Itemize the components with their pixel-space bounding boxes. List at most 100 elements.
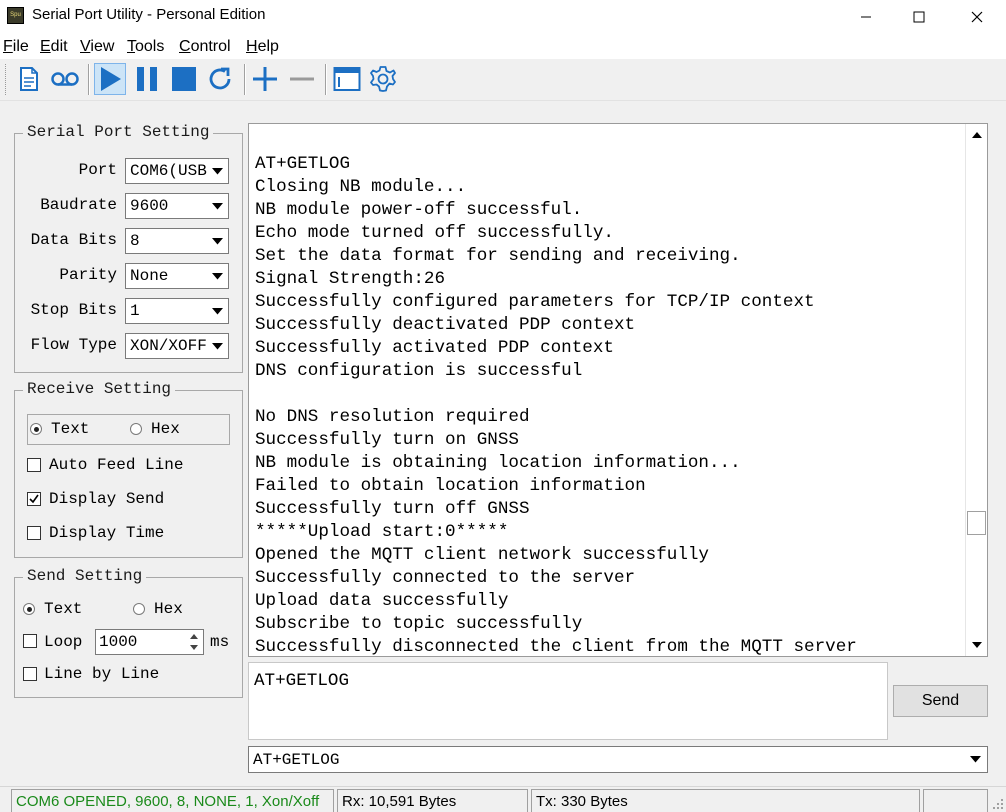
window-button[interactable] xyxy=(331,63,363,95)
pause-button[interactable] xyxy=(131,63,163,95)
receive-log-line: Successfully turn off GNSS xyxy=(255,499,530,519)
scroll-up-icon[interactable] xyxy=(967,125,987,145)
close-button[interactable] xyxy=(954,0,1000,33)
spin-up-icon[interactable] xyxy=(185,631,202,642)
receive-log-line: AT+GETLOG xyxy=(255,154,351,174)
port-select[interactable]: COM6(USB xyxy=(125,158,229,184)
menu-tools[interactable]: Tools xyxy=(127,38,164,56)
loop-label[interactable]: Loop xyxy=(44,633,82,651)
scroll-down-icon[interactable] xyxy=(967,635,987,655)
display-time-label[interactable]: Display Time xyxy=(49,524,164,542)
send-history-select[interactable]: AT+GETLOG xyxy=(248,746,988,773)
display-time-checkbox[interactable] xyxy=(27,526,41,540)
minimize-icon xyxy=(861,16,871,17)
parity-label: Parity xyxy=(59,266,117,284)
flow-type-select[interactable]: XON/XOFF xyxy=(125,333,229,359)
send-hex-radio[interactable] xyxy=(133,603,145,615)
receive-log-line: Successfully deactivated PDP context xyxy=(255,315,636,335)
menu-view[interactable]: View xyxy=(80,38,114,56)
display-send-label[interactable]: Display Send xyxy=(49,490,164,508)
resize-grip-icon[interactable] xyxy=(992,798,1004,810)
parity-select[interactable]: None xyxy=(125,263,229,289)
menu-edit[interactable]: Edit xyxy=(40,38,68,56)
receive-log-line: Opened the MQTT client network successfu… xyxy=(255,545,709,565)
chevron-down-icon[interactable] xyxy=(207,300,227,322)
tx-count: Tx: 330 Bytes xyxy=(531,789,920,812)
receive-log-line: No DNS resolution required xyxy=(255,407,530,427)
receive-log-line: Successfully activated PDP context xyxy=(255,338,614,358)
receive-log-line: Echo mode turned off successfully. xyxy=(255,223,614,243)
receive-text-radio[interactable] xyxy=(30,423,42,435)
stop-bits-select[interactable]: 1 xyxy=(125,298,229,324)
data-bits-select[interactable]: 8 xyxy=(125,228,229,254)
receive-log-line: Failed to obtain location information xyxy=(255,476,646,496)
receive-text-area[interactable]: AT+GETLOG Closing NB module... NB module p… xyxy=(248,123,988,657)
parity-value: None xyxy=(130,267,169,285)
loop-interval-value: 1000 xyxy=(99,633,138,651)
loop-interval-stepper[interactable]: 1000 xyxy=(95,629,204,655)
minimize-button[interactable] xyxy=(843,0,889,33)
receive-setting-title: Receive Setting xyxy=(23,380,176,398)
stop-bits-label: Stop Bits xyxy=(30,301,117,319)
record-button[interactable] xyxy=(49,63,81,95)
chevron-down-icon[interactable] xyxy=(207,265,227,287)
refresh-icon xyxy=(209,67,231,90)
chevron-down-icon[interactable] xyxy=(207,195,227,217)
app-icon: Spu xyxy=(7,7,24,24)
loop-checkbox[interactable] xyxy=(23,634,37,648)
auto-feed-line-checkbox[interactable] xyxy=(27,458,41,472)
chevron-down-icon[interactable] xyxy=(965,749,985,770)
chevron-down-icon[interactable] xyxy=(207,335,227,357)
receive-hex-radio[interactable] xyxy=(130,423,142,435)
play-button[interactable] xyxy=(94,63,126,95)
send-text-area[interactable]: AT+GETLOG xyxy=(248,662,888,740)
menu-control[interactable]: Control xyxy=(179,38,231,56)
toolbar-separator xyxy=(244,64,246,95)
scrollbar-thumb[interactable] xyxy=(967,511,986,535)
auto-feed-line-label[interactable]: Auto Feed Line xyxy=(49,456,183,474)
line-by-line-checkbox[interactable] xyxy=(23,667,37,681)
receive-text-label[interactable]: Text xyxy=(51,420,89,438)
menu-file[interactable]: File xyxy=(3,38,29,56)
receive-log-line: Subscribe to topic successfully xyxy=(255,614,583,634)
close-icon xyxy=(971,11,983,22)
pause-icon xyxy=(137,67,157,91)
serial-port-title: Serial Port Setting xyxy=(23,123,214,141)
send-text-radio[interactable] xyxy=(23,603,35,615)
receive-hex-label[interactable]: Hex xyxy=(151,420,180,438)
refresh-button[interactable] xyxy=(204,63,236,95)
send-hex-label[interactable]: Hex xyxy=(154,600,183,618)
record-icon xyxy=(51,72,79,86)
settings-button[interactable] xyxy=(367,63,399,95)
baudrate-select[interactable]: 9600 xyxy=(125,193,229,219)
display-send-checkbox[interactable] xyxy=(27,492,41,506)
receive-log-line: Signal Strength:26 xyxy=(255,269,446,289)
toolbar xyxy=(0,59,1006,101)
window-title: Serial Port Utility - Personal Edition xyxy=(32,6,266,23)
send-button[interactable]: Send xyxy=(893,685,988,717)
flow-type-value: XON/XOFF xyxy=(130,337,207,355)
play-icon xyxy=(101,67,121,91)
remove-button[interactable] xyxy=(286,63,318,95)
stop-button[interactable] xyxy=(168,63,200,95)
menu-help[interactable]: Help xyxy=(246,38,279,56)
toolbar-grip[interactable] xyxy=(5,64,8,95)
new-document-button[interactable] xyxy=(13,63,45,95)
line-by-line-label[interactable]: Line by Line xyxy=(44,665,159,683)
rx-count: Rx: 10,591 Bytes xyxy=(337,789,528,812)
title-bar: Spu Serial Port Utility - Personal Editi… xyxy=(0,0,1006,33)
stop-icon xyxy=(172,67,196,91)
new-document-icon xyxy=(20,67,38,91)
remove-icon xyxy=(290,77,314,81)
chevron-down-icon[interactable] xyxy=(207,160,227,182)
chevron-down-icon[interactable] xyxy=(207,230,227,252)
data-bits-label: Data Bits xyxy=(30,231,117,249)
maximize-button[interactable] xyxy=(896,0,942,33)
send-text-label[interactable]: Text xyxy=(44,600,82,618)
add-button[interactable] xyxy=(249,63,281,95)
loop-unit-label: ms xyxy=(210,633,230,651)
window-icon xyxy=(333,67,361,91)
receive-log-line: Successfully disconnected the client fro… xyxy=(255,637,857,657)
receive-scrollbar[interactable] xyxy=(965,124,987,656)
spin-down-icon[interactable] xyxy=(185,642,202,653)
